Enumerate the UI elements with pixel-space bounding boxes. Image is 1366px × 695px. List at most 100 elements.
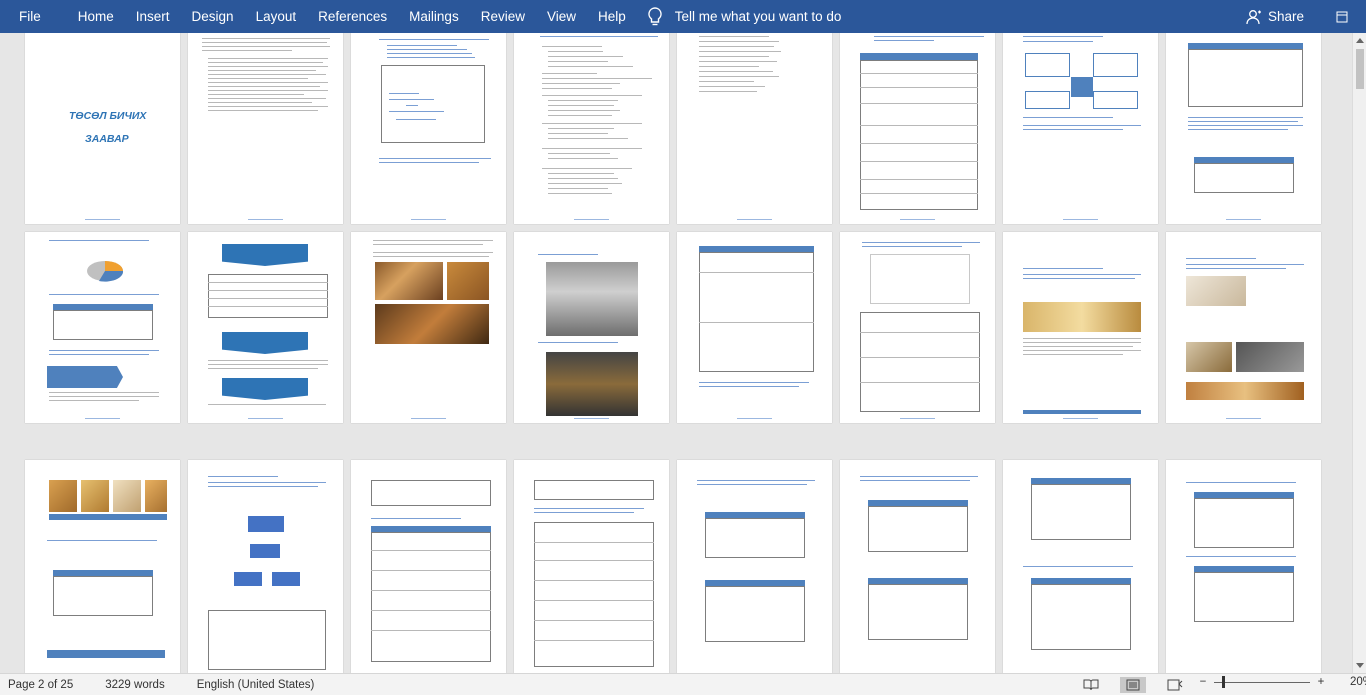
document-canvas[interactable]: ТӨСӨЛ БИЧИХ ЗААВАР: [0, 33, 1352, 673]
vertical-scrollbar[interactable]: [1352, 33, 1366, 673]
tab-help[interactable]: Help: [587, 0, 637, 33]
page-thumbnail[interactable]: [351, 232, 506, 423]
tab-view[interactable]: View: [536, 0, 587, 33]
tell-me-label: Tell me what you want to do: [674, 9, 842, 24]
word-count[interactable]: 3229 words: [105, 679, 164, 691]
text-line: [208, 78, 308, 79]
page-thumbnail[interactable]: [1166, 232, 1321, 423]
text-line: [208, 86, 320, 87]
page-thumbnail[interactable]: [188, 33, 343, 224]
tab-insert[interactable]: Insert: [125, 0, 181, 33]
text-line: [699, 41, 779, 42]
zoom-slider-thumb[interactable]: [1222, 675, 1225, 688]
text-line: [202, 38, 330, 39]
book-icon: [1083, 679, 1099, 691]
zoom-slider[interactable]: [1214, 675, 1310, 688]
section-banner: [222, 244, 308, 266]
page-thumbnail[interactable]: [1166, 33, 1321, 224]
text-line: [373, 256, 489, 257]
page-footer-line: [1063, 418, 1098, 419]
read-mode-button[interactable]: [1078, 677, 1104, 693]
page-thumbnail[interactable]: [1166, 460, 1321, 673]
page-thumbnail[interactable]: [677, 33, 832, 224]
pastry-image: [81, 480, 109, 512]
text-line: [548, 51, 603, 52]
tab-design[interactable]: Design: [181, 0, 245, 33]
text-line: [1186, 264, 1304, 265]
table: [208, 274, 328, 318]
page-thumbnail[interactable]: [840, 232, 995, 423]
text-line: [1023, 278, 1135, 279]
page-thumbnail[interactable]: [840, 33, 995, 224]
page-thumbnail[interactable]: [351, 460, 506, 673]
page-thumbnail[interactable]: [1003, 33, 1158, 224]
table-rule: [371, 610, 491, 611]
text-line: [387, 57, 475, 58]
print-layout-button[interactable]: [1120, 677, 1146, 693]
text-line: [208, 82, 328, 83]
text-line: [49, 354, 149, 355]
tab-references[interactable]: References: [307, 0, 398, 33]
page-footer-line: [900, 219, 935, 220]
tab-layout[interactable]: Layout: [245, 0, 308, 33]
text-line: [1186, 556, 1296, 557]
text-line: [208, 102, 312, 103]
page-thumbnail[interactable]: [1003, 232, 1158, 423]
page-thumbnail[interactable]: [840, 460, 995, 673]
table: [868, 506, 968, 552]
table-rule: [699, 272, 814, 273]
table-rule: [208, 306, 328, 307]
text-line: [1023, 117, 1113, 118]
zoom-in-button[interactable]: +: [1316, 676, 1326, 688]
text-line: [1023, 41, 1093, 42]
page-thumbnail[interactable]: [677, 232, 832, 423]
dough-image: [1186, 276, 1246, 306]
table-rule: [860, 161, 978, 162]
table-rule: [860, 125, 978, 126]
page-thumbnail[interactable]: [25, 460, 180, 673]
orgchart-node: [234, 572, 262, 586]
oven-image: [546, 262, 638, 336]
orgchart-node: [272, 572, 300, 586]
page-thumbnail[interactable]: [1003, 460, 1158, 673]
page-thumbnail[interactable]: [514, 232, 669, 423]
status-bar: Page 2 of 25 3229 words English (United …: [0, 673, 1366, 695]
tab-mailings[interactable]: Mailings: [398, 0, 470, 33]
page-thumbnail[interactable]: [25, 232, 180, 423]
text-line: [697, 480, 815, 481]
web-layout-button[interactable]: [1162, 677, 1188, 693]
share-button[interactable]: Share: [1246, 0, 1304, 33]
text-line: [548, 173, 614, 174]
scroll-thumb[interactable]: [1356, 49, 1364, 89]
tell-me-search[interactable]: Tell me what you want to do: [647, 0, 842, 33]
text-line: [860, 480, 970, 481]
page-thumbnail[interactable]: [188, 460, 343, 673]
language-indicator[interactable]: English (United States): [197, 679, 315, 691]
page-footer-line: [574, 418, 609, 419]
page-count[interactable]: Page 2 of 25: [8, 679, 73, 691]
text-line: [542, 88, 612, 89]
label-strip: [49, 514, 167, 520]
ribbon-display-icon[interactable]: [1336, 11, 1348, 23]
page-thumbnail[interactable]: [677, 460, 832, 673]
tab-review[interactable]: Review: [470, 0, 536, 33]
scroll-up-icon[interactable]: [1356, 38, 1364, 43]
lightbulb-icon: [648, 6, 662, 25]
page-thumbnail[interactable]: [514, 33, 669, 224]
text-line: [208, 482, 326, 483]
page-thumbnail[interactable]: [188, 232, 343, 423]
text-line: [396, 119, 436, 120]
baked-rolls-image: [1236, 342, 1304, 372]
page-footer-line: [85, 219, 120, 220]
zoom-level[interactable]: 20%: [1350, 676, 1366, 688]
page-thumbnail[interactable]: [351, 33, 506, 224]
text-line: [1188, 129, 1288, 130]
table-rule: [860, 179, 978, 180]
tab-home[interactable]: Home: [67, 0, 125, 33]
scroll-down-icon[interactable]: [1356, 663, 1364, 668]
cover-title-line-1: ТӨСӨЛ БИЧИХ: [69, 110, 147, 122]
page-thumbnail[interactable]: ТӨСӨЛ БИЧИХ ЗААВАР: [25, 33, 180, 224]
tab-file[interactable]: File: [0, 0, 67, 33]
page-thumbnail[interactable]: [514, 460, 669, 673]
zoom-out-button[interactable]: −: [1198, 676, 1208, 688]
